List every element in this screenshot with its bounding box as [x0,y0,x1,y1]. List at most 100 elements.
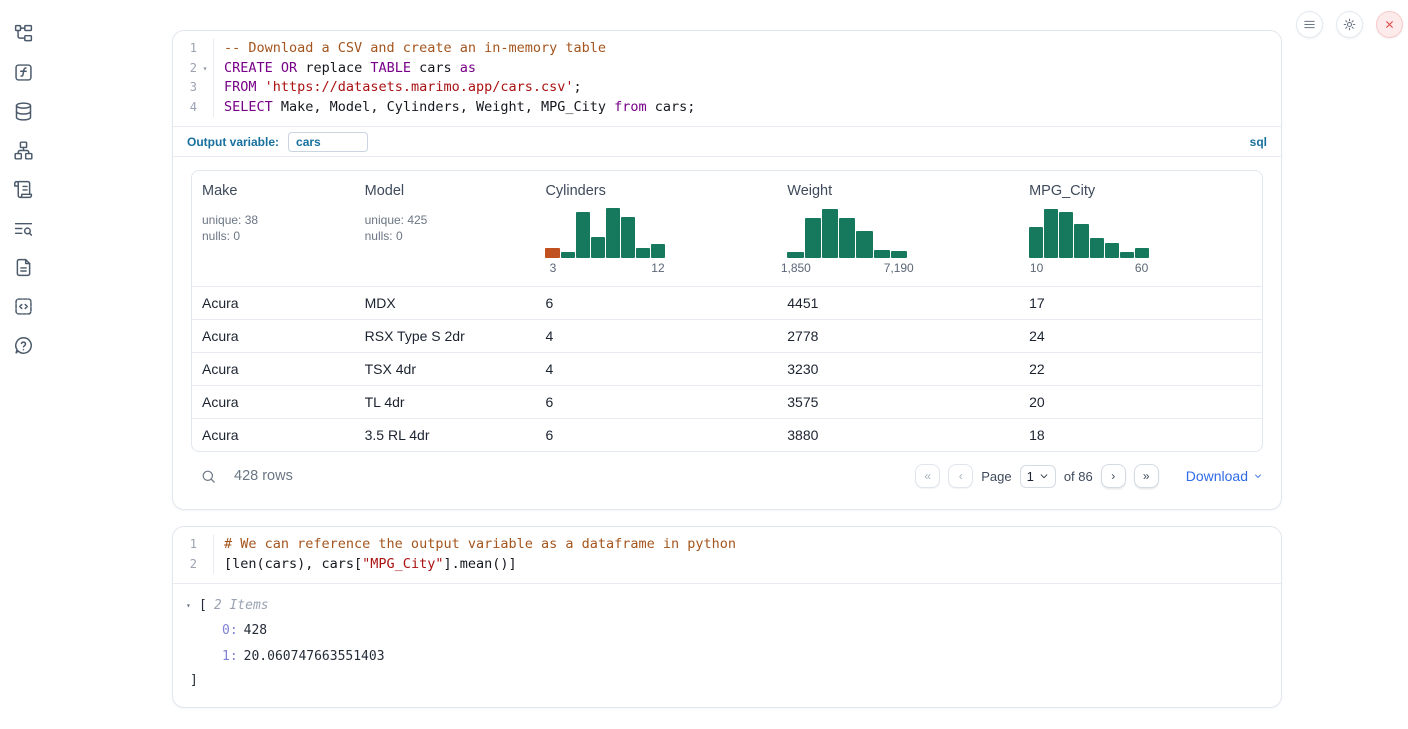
table-search-button[interactable] [200,468,217,485]
line-number: 1 [173,39,197,59]
table-row[interactable]: AcuraTL 4dr6357520 [192,385,1262,418]
histogram-bar [606,208,620,258]
menu-button[interactable] [1296,11,1323,38]
table-cell: Acura [192,427,355,443]
table-cell: Acura [192,295,355,311]
table-cell: 18 [1019,427,1262,443]
tree-close-bracket: ] [186,673,1265,688]
table-cell: 3.5 RL 4dr [355,427,536,443]
code-text: # We can reference the output variable a… [224,535,736,555]
code-line: 1-- Download a CSV and create an in-memo… [173,39,1281,59]
table-cell: 4 [535,361,777,377]
tree-open-bracket: [ [199,598,207,613]
notebook: 1-- Download a CSV and create an in-memo… [172,30,1282,708]
histogram-bar [591,237,605,258]
tree-entry-value: 428 [244,623,267,638]
histogram-max-label: 60 [1135,261,1148,275]
column-header[interactable]: Makeunique: 38nulls: 0 [192,171,355,286]
first-page-button[interactable]: « [915,464,940,488]
table-row[interactable]: AcuraMDX6445117 [192,286,1262,319]
download-button[interactable]: Download [1186,468,1263,484]
tree-entry: 0:428 [186,623,1265,639]
tree-collapse-icon[interactable]: ▾ [186,601,199,610]
table-row[interactable]: AcuraTSX 4dr4323022 [192,352,1262,385]
code-text: SELECT Make, Model, Cylinders, Weight, M… [224,98,695,118]
previous-page-button[interactable]: ‹ [948,464,973,488]
code-line: 4 SELECT Make, Model, Cylinders, Weight, … [173,98,1281,118]
python-code-editor[interactable]: 1 # We can reference the output variable … [173,527,1281,583]
column-label: Make [202,183,345,199]
page-select[interactable]: 1 [1020,465,1056,488]
column-header[interactable]: Modelunique: 425nulls: 0 [355,171,536,286]
chevron-down-icon [1039,471,1049,481]
pagination: « ‹ Page 1 of 86 › » Download [915,464,1263,488]
code-line: 3FROM 'https://datasets.marimo.app/cars.… [173,78,1281,98]
sidebar-item-snippets[interactable] [11,294,35,318]
sidebar-item-dependency-graph[interactable] [11,138,35,162]
histogram-min-label: 10 [1030,261,1043,275]
table-cell: 4 [535,328,777,344]
histogram-min-label: 1,850 [781,261,811,275]
settings-button[interactable] [1336,11,1363,38]
column-stat: nulls: 0 [365,228,526,244]
table-footer: 428 rows « ‹ Page 1 of 86 › » Do [191,460,1263,492]
fold-spacer [197,555,213,575]
page-label: Page [981,469,1011,484]
table-cell: 20 [1019,394,1262,410]
histogram-bar [1029,227,1043,258]
line-number: 2 [173,59,197,79]
histogram-bar [561,252,575,258]
sidebar-item-table-search[interactable] [11,216,35,240]
table-cell: 4451 [777,295,1019,311]
table-cell: 3230 [777,361,1019,377]
sidebar-item-file-tree[interactable] [11,21,35,45]
histogram-min-label: 3 [550,261,557,275]
code-line: 2[len(cars), cars["MPG_City"].mean()] [173,555,1281,575]
column-header[interactable]: Cylinders312 [535,171,777,286]
column-header[interactable]: Weight1,8507,190 [777,171,1019,286]
fold-spacer [197,78,213,98]
sidebar-item-logs[interactable] [11,177,35,201]
histogram-bar [874,250,890,258]
line-number: 4 [173,98,197,118]
histogram-bar [1105,243,1119,258]
code-text: CREATE OR replace TABLE cars as [224,59,476,79]
table-search-icon [13,218,34,239]
sql-cell-output: Makeunique: 38nulls: 0Modelunique: 425nu… [173,157,1281,509]
next-page-button[interactable]: › [1101,464,1126,488]
data-table: Makeunique: 38nulls: 0Modelunique: 425nu… [191,170,1263,452]
last-page-button[interactable]: » [1134,464,1159,488]
search-icon [200,468,217,485]
table-row[interactable]: Acura3.5 RL 4dr6388018 [192,418,1262,451]
fold-chevron-icon[interactable]: ▾ [197,59,213,79]
shutdown-button[interactable] [1376,11,1403,38]
histogram-bar [822,209,838,258]
download-label: Download [1186,468,1248,484]
table-cell: Acura [192,394,355,410]
histogram-bar [839,218,855,258]
row-count: 428 rows [234,468,293,484]
sidebar-item-functions[interactable] [11,60,35,84]
histogram-bar [1090,238,1104,258]
column-header[interactable]: MPG_City 10 60 [1019,171,1262,286]
column-label: Model [365,183,526,199]
table-body: AcuraMDX6445117AcuraRSX Type S 2dr427782… [192,286,1262,451]
tree-entry: 1:20.060747663551403 [186,649,1265,665]
histogram-bar [805,218,821,258]
line-number: 1 [173,535,197,555]
column-histogram: 1,8507,190 [787,206,907,276]
help-icon [13,335,34,356]
output-variable-input[interactable] [288,132,368,152]
tree-entry-value: 20.060747663551403 [244,649,385,664]
histogram-bar [1135,248,1149,258]
table-row[interactable]: AcuraRSX Type S 2dr4277824 [192,319,1262,352]
table-cell: MDX [355,295,536,311]
histogram-bar [891,251,907,258]
sidebar-item-documentation[interactable] [11,255,35,279]
fold-spacer [197,98,213,118]
sidebar-item-datasources[interactable] [11,99,35,123]
sql-code-editor[interactable]: 1-- Download a CSV and create an in-memo… [173,31,1281,126]
column-label: MPG_City [1029,183,1252,199]
sidebar-item-help[interactable] [11,333,35,357]
datasources-icon [13,101,34,122]
